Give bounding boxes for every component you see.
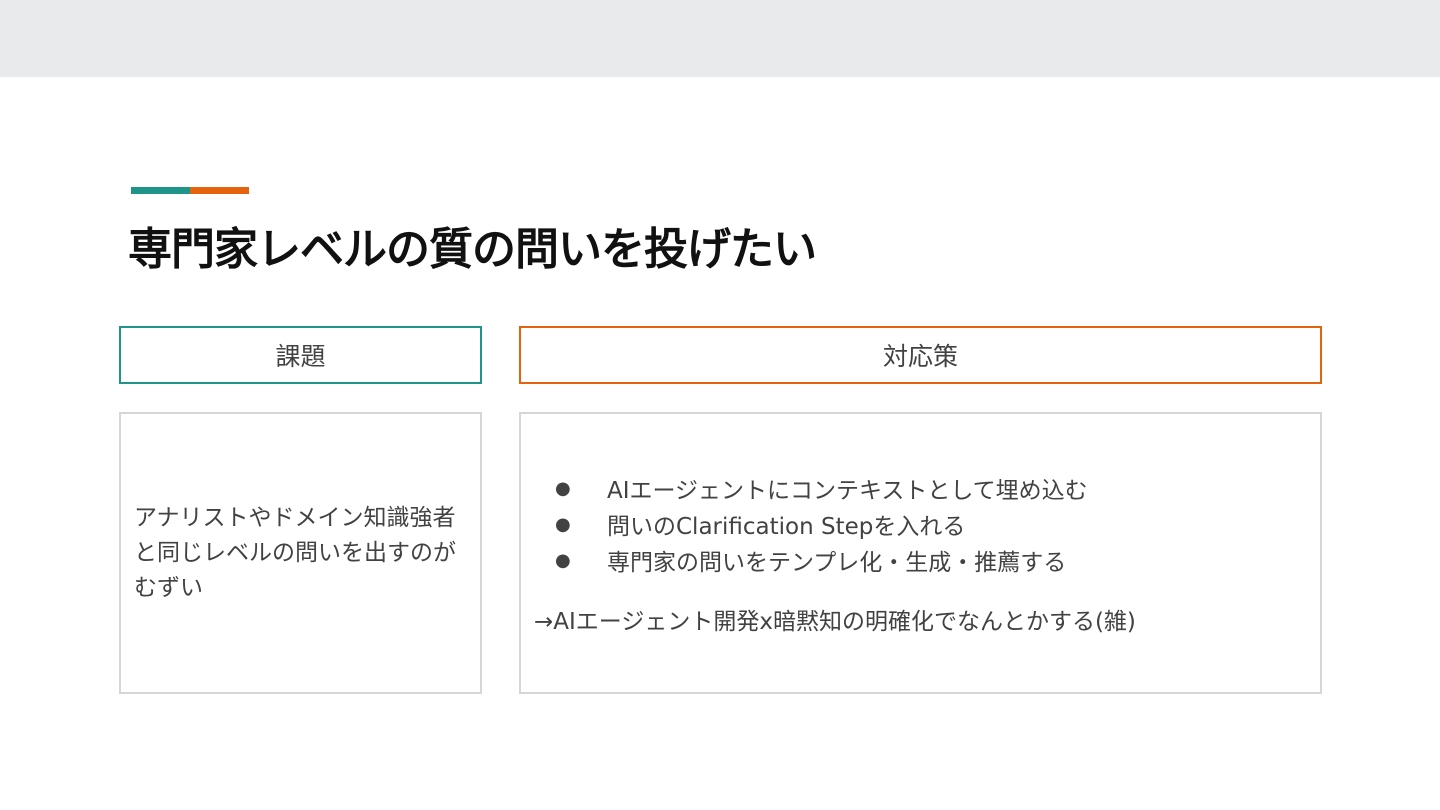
solution-conclusion: →AIエージェント開発x暗黙知の明確化でなんとかする(雑)	[534, 609, 1136, 635]
accent-bar-orange	[190, 187, 249, 194]
bullet-text: 専門家の問いをテンプレ化・生成・推薦する	[607, 550, 1067, 576]
title-accent-bar	[131, 187, 249, 194]
solution-header-label: 対応策	[882, 342, 958, 371]
accent-bar-teal	[131, 187, 190, 194]
bullet-icon: ●	[555, 477, 571, 499]
list-item: ● AIエージェントにコンテキストとして埋め込む	[555, 470, 1088, 506]
issue-text: アナリストやドメイン知識強者と同じレベルの問いを出すのがむずい	[134, 504, 456, 601]
list-item: ● 専門家の問いをテンプレ化・生成・推薦する	[555, 542, 1088, 578]
bullet-text: AIエージェントにコンテキストとして埋め込む	[607, 478, 1088, 504]
issue-content-box: アナリストやドメイン知識強者と同じレベルの問いを出すのがむずい	[119, 412, 482, 694]
top-band	[0, 0, 1440, 77]
list-item: ● 問いのClarification Stepを入れる	[555, 506, 1088, 542]
issue-header: 課題	[119, 326, 482, 384]
solution-header: 対応策	[519, 326, 1322, 384]
solution-bullet-list: ● AIエージェントにコンテキストとして埋め込む ● 問いのClarificat…	[555, 470, 1088, 578]
issue-header-label: 課題	[275, 342, 326, 371]
slide-title: 専門家レベルの質の問いを投げたい	[128, 224, 817, 275]
solution-content-box: ● AIエージェントにコンテキストとして埋め込む ● 問いのClarificat…	[519, 412, 1322, 694]
bullet-text: 問いのClarification Stepを入れる	[607, 514, 966, 540]
bullet-icon: ●	[555, 549, 571, 571]
bullet-icon: ●	[555, 513, 571, 535]
